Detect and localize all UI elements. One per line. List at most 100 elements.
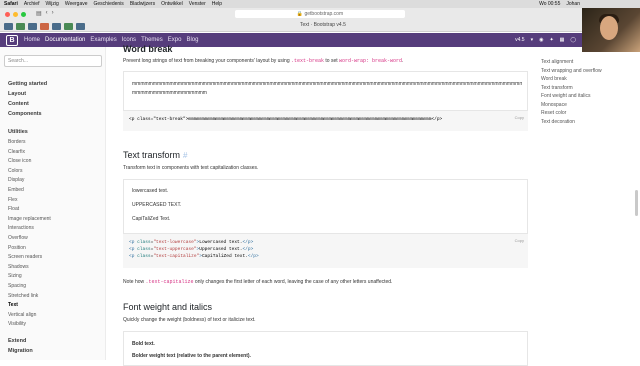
sidebar-item-getting-started[interactable]: Getting started [8, 79, 47, 89]
sidebar-item-borders[interactable]: Borders [8, 138, 51, 148]
nav-expo[interactable]: Expo [168, 37, 182, 43]
note-text: only changes the first letter of each wo… [194, 279, 393, 285]
scrollbar-thumb[interactable] [635, 190, 638, 216]
bookmark-icon[interactable] [4, 22, 13, 30]
search-input[interactable]: Search... [4, 55, 102, 67]
menu-venster[interactable]: Venster [189, 0, 206, 8]
clock: Wo 00:55 [539, 1, 561, 7]
github-icon[interactable]: ◉ [539, 37, 543, 43]
sidebar-item-visibility[interactable]: Visibility [8, 320, 51, 330]
nav-home[interactable]: Home [24, 37, 40, 43]
opencollective-icon[interactable]: ◯ [570, 37, 576, 43]
example-bold: Bold text. [132, 341, 155, 347]
tab-title[interactable]: Text · Bootstrap v4.5 [300, 22, 346, 28]
minimize-window-button[interactable] [13, 12, 18, 17]
bookmark-icon[interactable] [40, 22, 49, 30]
chevron-down-icon: ▾ [530, 37, 534, 43]
webcam-overlay [582, 8, 640, 52]
example-capitalized: CapiTaliZed Text. [132, 216, 171, 222]
code-text-break: .text-break [291, 58, 325, 64]
menu-wijzig[interactable]: Wijzig [45, 0, 58, 8]
example-lowercased: lowercased text. [132, 188, 169, 194]
nav-themes[interactable]: Themes [141, 37, 163, 43]
bookmark-icon[interactable] [52, 22, 61, 30]
copy-button[interactable]: Copy [515, 237, 524, 244]
menu-geschiedenis[interactable]: Geschiedenis [94, 0, 124, 8]
code-line: <p class="text-uppercase">Uppercased tex… [129, 247, 254, 252]
person-face [600, 16, 618, 40]
sidebar-toggle-icon[interactable]: ▤ [36, 10, 42, 17]
toc-item-word-break[interactable]: Word break [541, 75, 636, 84]
nav-blog[interactable]: Blog [186, 37, 198, 43]
toc-item-monospace[interactable]: Monospace [541, 101, 636, 110]
sidebar-item-components[interactable]: Components [8, 109, 47, 119]
nav-documentation[interactable]: Documentation [45, 37, 85, 43]
bootstrap-logo[interactable]: B [6, 34, 18, 46]
toc-item-font-weight-and-italics[interactable]: Font weight and italics [541, 92, 636, 101]
user-name[interactable]: Johan [566, 0, 580, 8]
menu-weergave[interactable]: Weergave [65, 0, 88, 8]
menu-safari[interactable]: Safari [4, 0, 18, 8]
sidebar-item-text[interactable]: Text [8, 301, 51, 311]
bookmark-icon[interactable] [76, 22, 85, 30]
heading-word-break: Word break [123, 44, 173, 54]
code-line: <p class="text-capitalize">CapiTaliZed t… [129, 254, 259, 259]
toc-item-reset-color[interactable]: Reset color [541, 109, 636, 118]
sidebar-item-close-icon[interactable]: Close icon [8, 157, 51, 167]
toc-item-text-alignment[interactable]: Text alignment [541, 58, 636, 67]
menu-ontwikkel[interactable]: Ontwikkel [161, 0, 183, 8]
sidebar-item-colors[interactable]: Colors [8, 167, 51, 177]
sidebar-item-display[interactable]: Display [8, 176, 51, 186]
sidebar-item-utilities[interactable]: Utilities [8, 127, 28, 137]
sidebar-top-links: Getting started Layout Content Component… [8, 79, 47, 119]
sidebar-item-stretched-link[interactable]: Stretched link [8, 292, 51, 302]
close-window-button[interactable] [5, 12, 10, 17]
version-dropdown[interactable]: v4.5 [515, 37, 524, 43]
back-icon[interactable]: ‹ [46, 10, 48, 17]
code-text-capitalize: .text-capitalize [145, 279, 194, 285]
menu-help[interactable]: Help [212, 0, 222, 8]
sidebar-item-flex[interactable]: Flex [8, 196, 51, 206]
sidebar-item-layout[interactable]: Layout [8, 89, 47, 99]
copy-button[interactable]: Copy [515, 114, 524, 121]
sidebar-utilities: Utilities [8, 127, 28, 137]
example-line-1: mmmmmmmmmmmmmmmmmmmmmmmmmmmmmmmmmmmmmmmm… [132, 81, 522, 87]
docs-sidebar: Search... Getting started Layout Content… [0, 47, 106, 360]
sidebar-item-embed[interactable]: Embed [8, 186, 51, 196]
zoom-window-button[interactable] [21, 12, 26, 17]
bookmark-icon[interactable] [16, 22, 25, 30]
slack-icon[interactable]: ▦ [560, 37, 565, 43]
address-bar[interactable]: 🔒 getbootstrap.com [235, 10, 405, 18]
bookmark-icon[interactable] [28, 22, 37, 30]
font-weight-description: Quickly change the weight (boldness) of … [123, 317, 256, 323]
menu-bladwijzers[interactable]: Bladwijzers [130, 0, 155, 8]
sidebar-item-vertical-align[interactable]: Vertical align [8, 311, 51, 321]
example-uppercased: UPPERCASED TEXT. [132, 202, 182, 208]
sidebar-item-image-replacement[interactable]: Image replacement [8, 215, 51, 225]
twitter-icon[interactable]: ✦ [549, 37, 553, 43]
sidebar-item-sizing[interactable]: Sizing [8, 272, 51, 282]
sidebar-item-spacing[interactable]: Spacing [8, 282, 51, 292]
menu-archief[interactable]: Archief [24, 0, 40, 8]
sidebar-item-overflow[interactable]: Overflow [8, 234, 51, 244]
sidebar-item-migration[interactable]: Migration [8, 346, 33, 356]
bookmark-icon[interactable] [64, 22, 73, 30]
toc-item-text-decoration[interactable]: Text decoration [541, 118, 636, 127]
main-content: Word break Prevent long strings of text … [106, 44, 540, 366]
nav-examples[interactable]: Examples [90, 37, 116, 43]
forward-icon[interactable]: › [52, 10, 54, 17]
toc-item-text-transform[interactable]: Text transform [541, 84, 636, 93]
scrollbar[interactable] [635, 60, 639, 360]
sidebar-item-interactions[interactable]: Interactions [8, 224, 51, 234]
sidebar-item-clearfix[interactable]: Clearfix [8, 148, 51, 158]
sidebar-item-position[interactable]: Position [8, 244, 51, 254]
sidebar-item-extend[interactable]: Extend [8, 336, 33, 346]
anchor-link-icon[interactable]: # [183, 151, 187, 160]
code-block-text-transform: Copy <p class="text-lowercase">Lowercase… [123, 234, 528, 268]
sidebar-item-float[interactable]: Float [8, 205, 51, 215]
sidebar-item-screen-readers[interactable]: Screen readers [8, 253, 51, 263]
sidebar-item-content[interactable]: Content [8, 99, 47, 109]
sidebar-item-shadows[interactable]: Shadows [8, 263, 51, 273]
toc-item-text-wrapping-and-overflow[interactable]: Text wrapping and overflow [541, 67, 636, 76]
nav-icons[interactable]: Icons [122, 37, 136, 43]
